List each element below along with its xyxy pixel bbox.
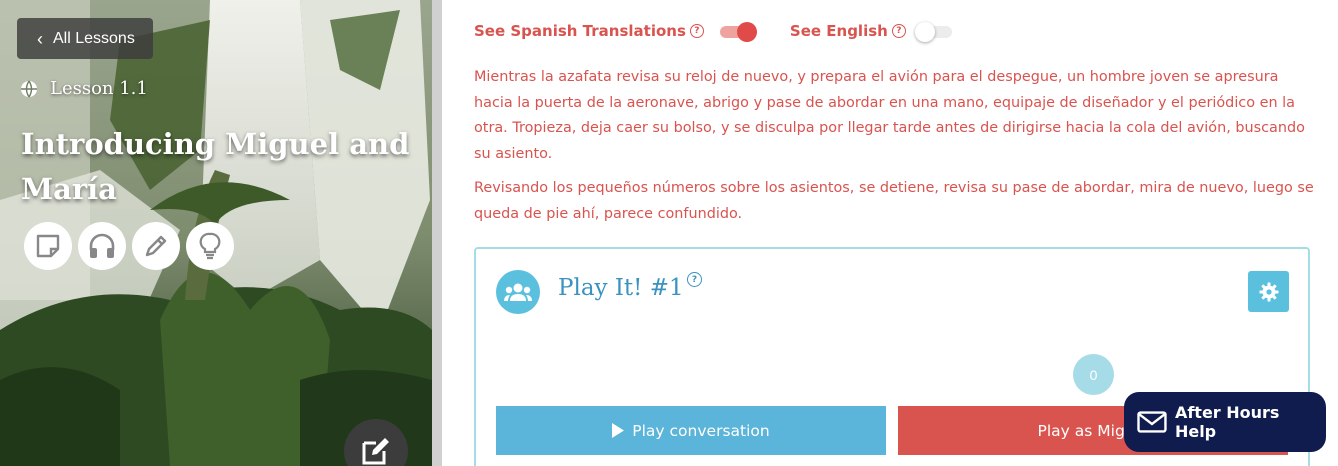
help-circle-icon[interactable]: ?: [891, 24, 906, 38]
envelope-icon: [1137, 411, 1167, 433]
lesson-tools: [24, 222, 234, 270]
after-hours-help-button[interactable]: After Hours Help: [1124, 392, 1326, 452]
play-conversation-label: Play conversation: [632, 421, 770, 440]
see-english-label: See English ?: [790, 22, 906, 40]
line-counter-badge: 0: [1073, 354, 1114, 395]
listen-button[interactable]: [78, 222, 126, 270]
lesson-paragraph: Mientras la azafata revisa su reloj de n…: [474, 69, 1305, 162]
write-button[interactable]: [132, 222, 180, 270]
users-icon: [496, 270, 540, 314]
all-lessons-button[interactable]: ‹ All Lessons: [17, 18, 153, 59]
spanish-translations-label: See Spanish Translations ?: [474, 22, 704, 40]
translation-toggles: See Spanish Translations ? See English ?: [474, 22, 952, 42]
chevron-left-icon: ‹: [37, 28, 43, 49]
sticky-note-button[interactable]: [24, 222, 72, 270]
gear-icon: [1259, 282, 1278, 301]
lesson-paragraph: Revisando los pequeños números sobre los…: [474, 180, 1314, 222]
see-english-toggle[interactable]: [914, 22, 952, 42]
after-hours-help-label: After Hours Help: [1174, 403, 1280, 441]
pencil-icon: [145, 235, 167, 257]
settings-button[interactable]: [1248, 271, 1289, 312]
help-circle-icon[interactable]: ?: [689, 24, 704, 38]
lesson-hero: ‹ All Lessons Lesson 1.1 Introducing Mig…: [0, 0, 442, 466]
lesson-number: Lesson 1.1: [20, 78, 148, 99]
hero-scrollbar[interactable]: [432, 0, 442, 466]
help-circle-icon[interactable]: ?: [687, 272, 702, 287]
sticky-note-icon: [36, 234, 60, 258]
lesson-number-label: Lesson 1.1: [50, 78, 148, 99]
tips-button[interactable]: [186, 222, 234, 270]
lesson-title: Introducing Miguel and María: [21, 127, 410, 206]
headphones-icon: [89, 233, 115, 258]
play-it-title: Play It! #1: [558, 275, 684, 301]
spanish-translations-toggle[interactable]: [719, 22, 757, 42]
all-lessons-label: All Lessons: [53, 29, 135, 47]
globe-icon: [21, 80, 37, 97]
play-conversation-button[interactable]: Play conversation: [496, 406, 886, 455]
play-icon: [612, 423, 625, 438]
edit-icon: [362, 438, 389, 465]
lightbulb-icon: [199, 232, 221, 260]
